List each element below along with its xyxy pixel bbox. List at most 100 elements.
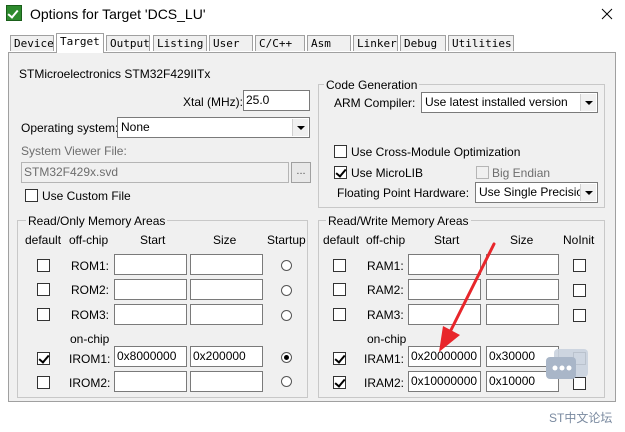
arm-compiler-select[interactable]: Use latest installed version xyxy=(421,92,598,113)
fp-hardware-select[interactable]: Use Single Precision xyxy=(475,182,598,203)
ram3-noinit-checkbox[interactable] xyxy=(573,309,586,322)
iram2-default-checkbox[interactable] xyxy=(333,376,346,389)
rom1-startup-radio[interactable] xyxy=(281,260,292,271)
rw-col-start: Start xyxy=(434,233,460,247)
rw-col-offchip: off-chip xyxy=(366,233,406,247)
xtal-input[interactable]: 25.0 xyxy=(243,90,310,111)
ram3-default-checkbox[interactable] xyxy=(333,308,346,321)
ro-col-start: Start xyxy=(140,233,166,247)
forum-watermark-icon xyxy=(546,349,590,383)
tab-output[interactable]: Output xyxy=(106,35,150,51)
rw-col-size: Size xyxy=(510,233,534,247)
rw-memory-title: Read/Write Memory Areas xyxy=(326,214,471,228)
chevron-down-icon[interactable] xyxy=(292,119,308,136)
svd-browse-button[interactable]: ... xyxy=(291,162,311,183)
irom2-size-input[interactable] xyxy=(190,371,263,392)
ram2-default-checkbox[interactable] xyxy=(333,283,346,296)
chevron-down-icon[interactable] xyxy=(580,184,596,201)
close-icon xyxy=(601,8,613,20)
ro-col-offchip: off-chip xyxy=(69,233,109,247)
ram3-start-input[interactable] xyxy=(408,304,481,325)
microlib-checkbox[interactable] xyxy=(334,166,347,179)
rw-col-default: default xyxy=(323,233,360,247)
tab-strip: Device Target Output Listing User C/C++ … xyxy=(0,33,625,53)
rom2-label: ROM2: xyxy=(71,283,110,297)
ram1-label: RAM1: xyxy=(367,259,404,273)
tab-linker[interactable]: Linker xyxy=(353,35,398,51)
irom1-default-checkbox[interactable] xyxy=(37,352,50,365)
ram2-noinit-checkbox[interactable] xyxy=(573,284,586,297)
irom1-label: IROM1: xyxy=(69,352,111,366)
irom1-startup-radio[interactable] xyxy=(281,352,292,363)
rom1-size-input[interactable] xyxy=(190,254,263,275)
tab-user[interactable]: User xyxy=(209,35,253,51)
rom3-startup-radio[interactable] xyxy=(281,310,292,321)
rom3-start-input[interactable] xyxy=(114,304,187,325)
tab-debug[interactable]: Debug xyxy=(400,35,446,51)
code-generation-title: Code Generation xyxy=(324,78,420,92)
big-endian-label: Big Endian xyxy=(492,166,551,180)
rom3-size-input[interactable] xyxy=(190,304,263,325)
rom3-default-checkbox[interactable] xyxy=(37,308,50,321)
ram1-size-input[interactable] xyxy=(486,254,559,275)
tab-device[interactable]: Device xyxy=(10,35,54,51)
rom2-default-checkbox[interactable] xyxy=(37,283,50,296)
svd-label: System Viewer File: xyxy=(21,144,127,158)
tab-listing[interactable]: Listing xyxy=(153,35,207,51)
irom1-size-input[interactable]: 0x200000 xyxy=(190,346,263,367)
ro-col-size: Size xyxy=(213,233,237,247)
ram3-label: RAM3: xyxy=(367,308,404,322)
ram1-start-input[interactable] xyxy=(408,254,481,275)
iram1-label: IRAM1: xyxy=(364,352,405,366)
ram3-size-input[interactable] xyxy=(486,304,559,325)
tab-asm[interactable]: Asm xyxy=(307,35,351,51)
chevron-down-icon[interactable] xyxy=(580,94,596,111)
irom2-label: IROM2: xyxy=(69,376,111,390)
rom1-label: ROM1: xyxy=(71,259,110,273)
tab-target[interactable]: Target xyxy=(56,33,104,53)
rw-col-noinit: NoInit xyxy=(563,233,595,247)
cross-module-checkbox[interactable] xyxy=(334,145,347,158)
xtal-label: Xtal (MHz): xyxy=(183,95,243,109)
rom2-start-input[interactable] xyxy=(114,279,187,300)
irom2-default-checkbox[interactable] xyxy=(37,376,50,389)
tab-utilities[interactable]: Utilities xyxy=(448,35,514,51)
ram2-label: RAM2: xyxy=(367,283,404,297)
fp-hardware-value: Use Single Precision xyxy=(479,185,590,199)
watermark-text: ST中文论坛 xyxy=(549,411,613,425)
microlib-label: Use MicroLIB xyxy=(351,166,424,180)
os-label: Operating system: xyxy=(21,121,119,135)
device-name: STMicroelectronics STM32F429IITx xyxy=(19,67,211,81)
rom1-default-checkbox[interactable] xyxy=(37,259,50,272)
cross-module-label: Use Cross-Module Optimization xyxy=(351,145,521,159)
ro-onchip-label: on-chip xyxy=(70,332,110,346)
title-bar: Options for Target 'DCS_LU' xyxy=(0,0,625,29)
irom2-start-input[interactable] xyxy=(114,371,187,392)
svd-input[interactable]: STM32F429x.svd xyxy=(21,162,289,183)
keil-app-icon xyxy=(6,5,22,21)
irom2-startup-radio[interactable] xyxy=(281,376,292,387)
iram1-default-checkbox[interactable] xyxy=(333,352,346,365)
os-select[interactable]: None xyxy=(117,117,310,138)
rom1-start-input[interactable] xyxy=(114,254,187,275)
ram1-default-checkbox[interactable] xyxy=(333,259,346,272)
iram2-start-input[interactable]: 0x10000000 xyxy=(408,371,481,392)
rw-onchip-label: on-chip xyxy=(367,332,407,346)
rom2-startup-radio[interactable] xyxy=(281,285,292,296)
ram2-size-input[interactable] xyxy=(486,279,559,300)
irom1-start-input[interactable]: 0x8000000 xyxy=(114,346,187,367)
tab-c-cpp[interactable]: C/C++ xyxy=(255,35,305,51)
window-title: Options for Target 'DCS_LU' xyxy=(30,6,206,22)
close-button[interactable] xyxy=(595,3,619,25)
ro-col-startup: Startup xyxy=(267,233,306,247)
rom2-size-input[interactable] xyxy=(190,279,263,300)
big-endian-checkbox[interactable] xyxy=(476,166,489,179)
iram2-label: IRAM2: xyxy=(364,376,405,390)
arm-compiler-label: ARM Compiler: xyxy=(334,96,416,110)
iram1-start-input[interactable]: 0x20000000 xyxy=(408,346,481,367)
ram1-noinit-checkbox[interactable] xyxy=(573,259,586,272)
ram2-start-input[interactable] xyxy=(408,279,481,300)
fp-hardware-label: Floating Point Hardware: xyxy=(337,186,470,200)
arm-compiler-value: Use latest installed version xyxy=(425,95,568,109)
use-custom-file-checkbox[interactable] xyxy=(25,189,38,202)
